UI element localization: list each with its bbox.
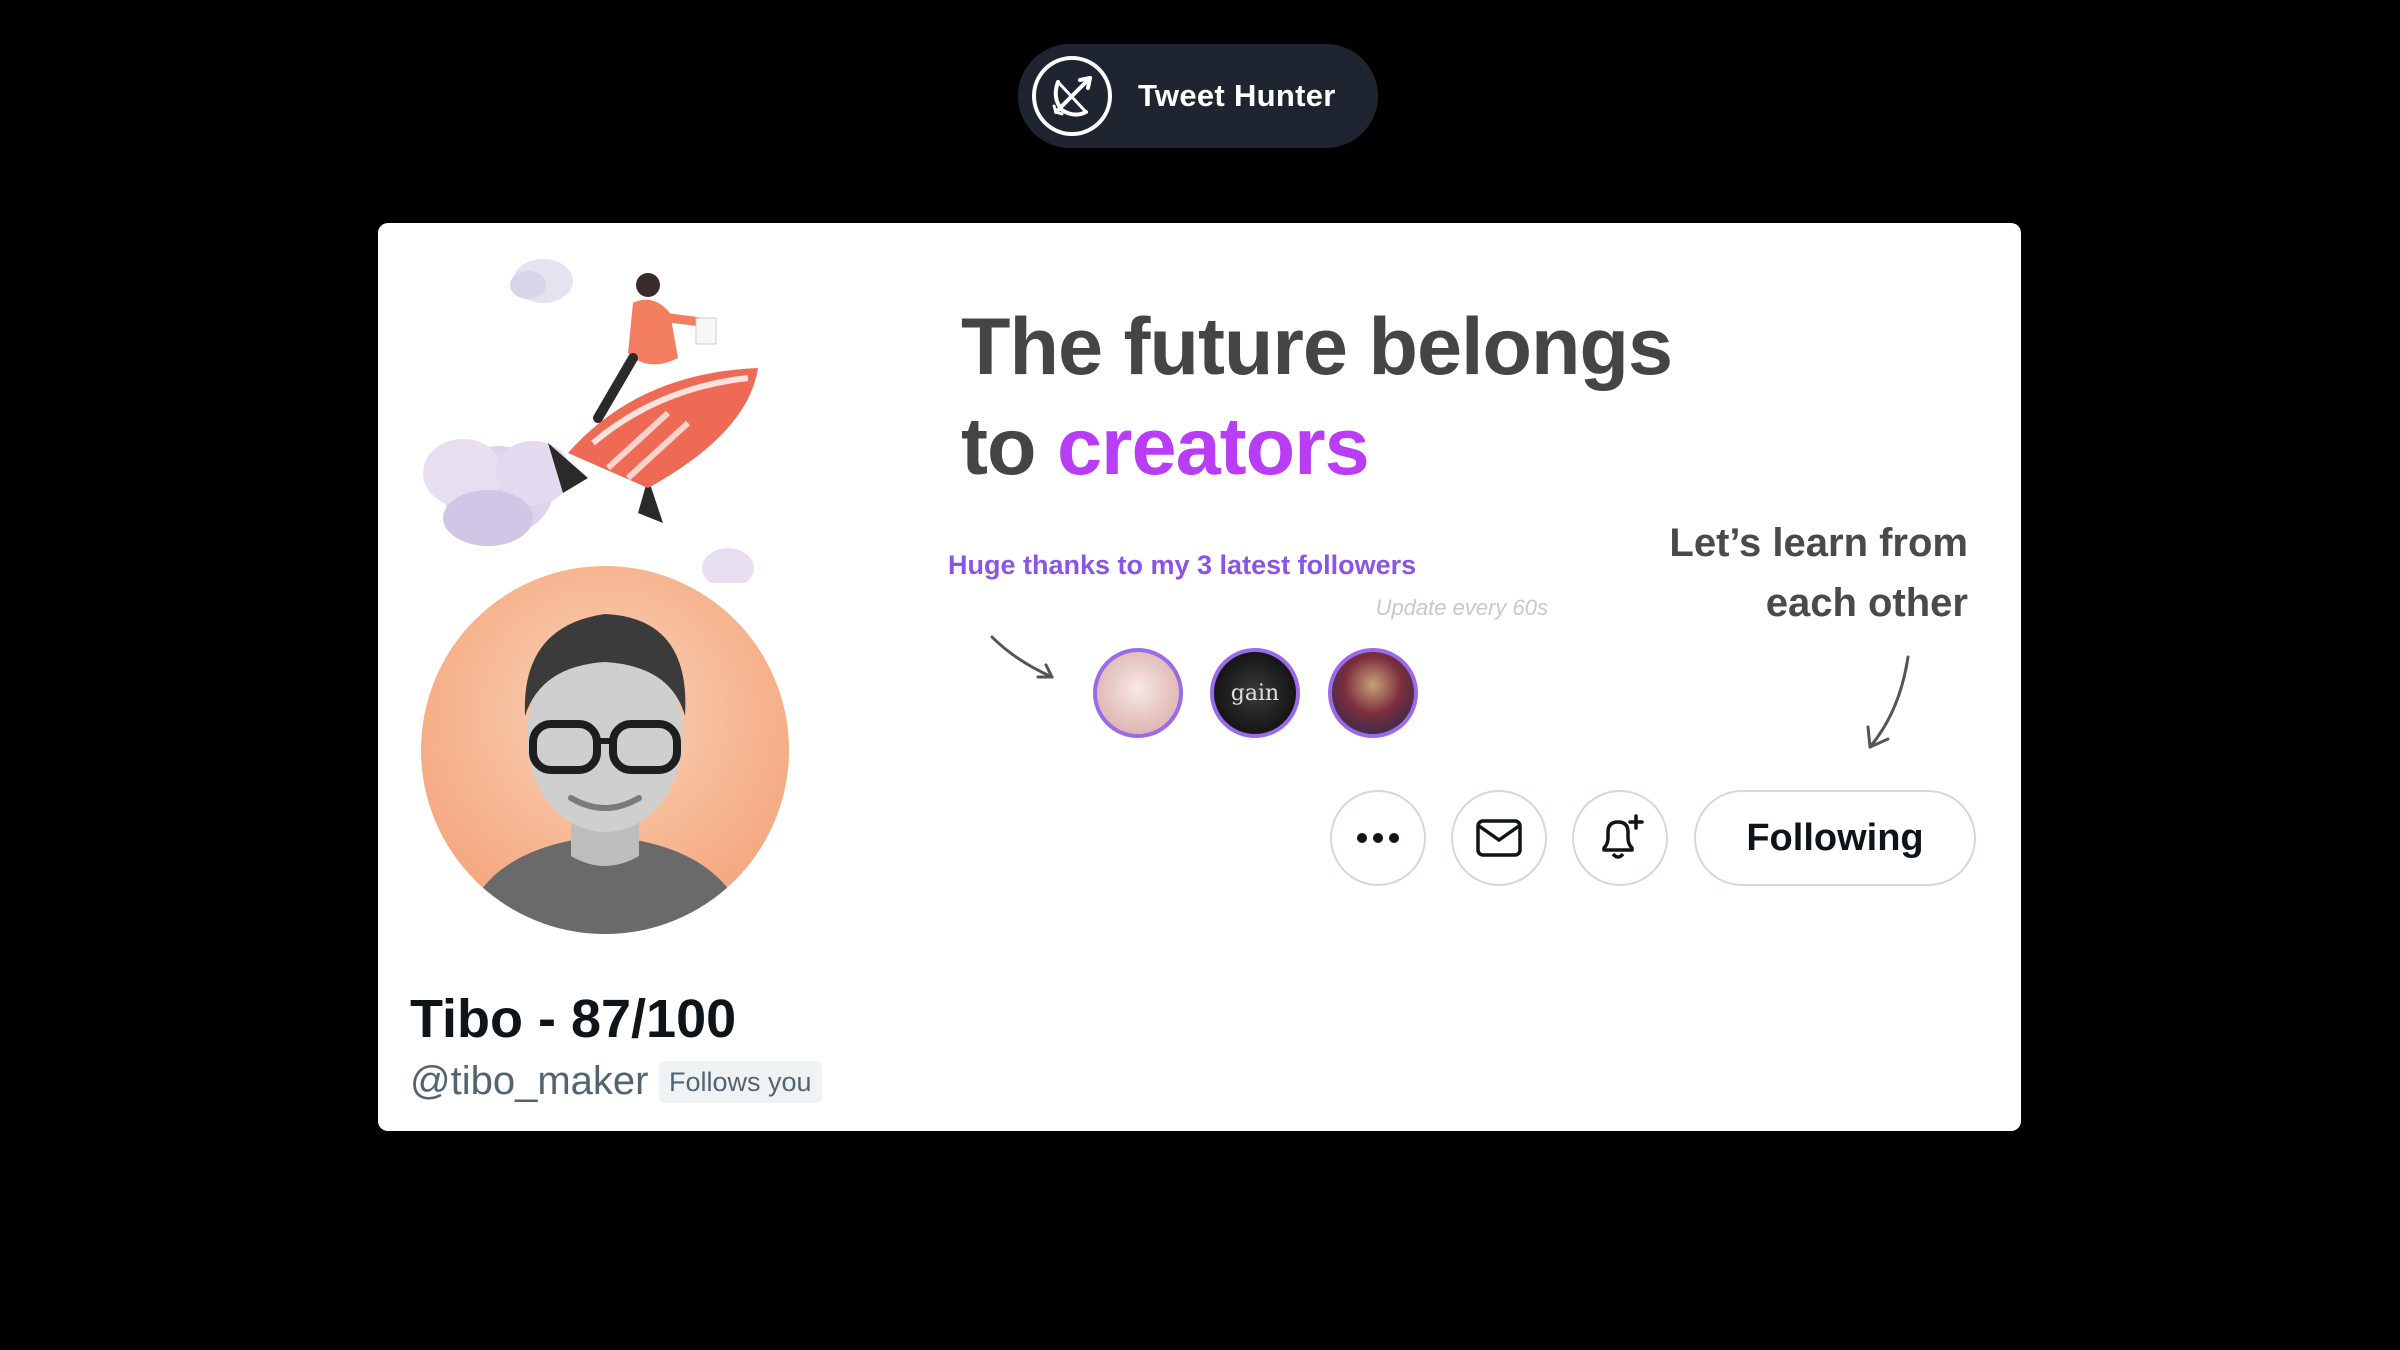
learn-message: Let’s learn from each other [1578, 513, 1968, 633]
banner-headline: The future belongs to creators [961, 297, 1861, 497]
rocket-illustration [423, 259, 758, 583]
profile-card: The future belongs to creators Huge than… [378, 223, 2021, 1131]
follower-label [1097, 652, 1179, 734]
avatar[interactable] [421, 566, 789, 934]
stage: Tweet Hunter The future belongs to creat… [0, 0, 2400, 1350]
headline-line-2: to creators [961, 397, 1861, 497]
bell-plus-icon [1602, 814, 1644, 859]
latest-follower-avatar[interactable] [1328, 648, 1418, 738]
latest-follower-avatar[interactable] [1093, 648, 1183, 738]
headline-accent: creators [1056, 402, 1370, 492]
update-note: Update every 60s [1375, 595, 1548, 620]
follower-label [1332, 652, 1414, 734]
notifications-button[interactable] [1572, 790, 1668, 886]
follower-label: gain [1230, 680, 1280, 706]
more-icon [1357, 833, 1399, 843]
arrow-down-icon [1866, 655, 1910, 749]
learn-line-2: each other [1765, 581, 1968, 625]
display-name: Tibo - 87/100 [410, 989, 737, 1049]
followers-thanks: Huge thanks to my 3 latest followers [948, 550, 1417, 580]
brand-name: Tweet Hunter [1138, 78, 1336, 113]
user-handle[interactable]: @tibo_maker [410, 1059, 648, 1104]
bow-and-arrow-icon [1032, 56, 1112, 136]
brand-pill: Tweet Hunter [1018, 44, 1378, 148]
arrow-down-right-icon [990, 635, 1054, 679]
more-button[interactable] [1330, 790, 1426, 886]
headline-prefix: to [961, 402, 1057, 492]
headline-line-1: The future belongs [961, 302, 1673, 392]
following-button[interactable]: Following [1694, 790, 1976, 886]
mail-icon [1476, 819, 1522, 857]
follows-you-badge: Follows you [659, 1061, 822, 1103]
learn-line-1: Let’s learn from [1669, 521, 1968, 565]
message-button[interactable] [1451, 790, 1547, 886]
latest-follower-avatar[interactable]: gain [1210, 648, 1300, 738]
